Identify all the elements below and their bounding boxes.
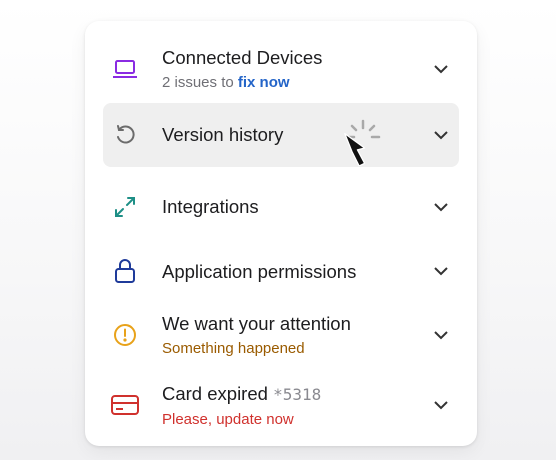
- accordion-item-card-expired[interactable]: Card expired *5318 Please, update now: [103, 377, 459, 433]
- expand-arrows-icon: [111, 193, 139, 221]
- chevron-down-icon[interactable]: [429, 57, 453, 81]
- credit-card-icon: [111, 391, 139, 419]
- laptop-icon: [111, 55, 139, 83]
- item-title: We want your attention: [162, 313, 351, 334]
- item-title: Integrations: [162, 196, 259, 217]
- item-subtitle: 2 issues to fix now: [162, 73, 322, 93]
- fix-now-link[interactable]: fix now: [238, 74, 290, 91]
- chevron-down-icon[interactable]: [429, 195, 453, 219]
- subtitle-prefix: 2 issues to: [162, 74, 238, 91]
- item-title: Connected Devices: [162, 47, 323, 68]
- item-subtitle: Something happened: [162, 340, 305, 357]
- accordion-item-application-permissions[interactable]: Application permissions: [103, 245, 459, 297]
- chevron-down-icon[interactable]: [429, 323, 453, 347]
- chevron-down-icon[interactable]: [429, 393, 453, 417]
- lock-icon: [111, 257, 139, 285]
- item-title: Card expired *5318: [162, 383, 321, 406]
- accordion-item-integrations[interactable]: Integrations: [103, 181, 459, 233]
- accordion-item-version-history[interactable]: Version history: [103, 103, 459, 167]
- cursor-pointer-icon: [340, 132, 374, 171]
- accordion-item-connected-devices[interactable]: Connected Devices 2 issues to fix now: [103, 41, 459, 97]
- card-number-suffix: *5318: [273, 385, 322, 404]
- item-title: Version history: [162, 124, 284, 145]
- alert-circle-icon: [111, 321, 139, 349]
- chevron-down-icon[interactable]: [429, 259, 453, 283]
- settings-card: Connected Devices 2 issues to fix now Ve…: [85, 21, 477, 446]
- accordion-item-attention[interactable]: We want your attention Something happene…: [103, 307, 459, 363]
- item-subtitle: Please, update now: [162, 411, 294, 428]
- history-icon: [111, 121, 139, 149]
- item-title: Application permissions: [162, 261, 357, 282]
- card-expired-label: Card expired: [162, 383, 268, 404]
- chevron-down-icon[interactable]: [429, 123, 453, 147]
